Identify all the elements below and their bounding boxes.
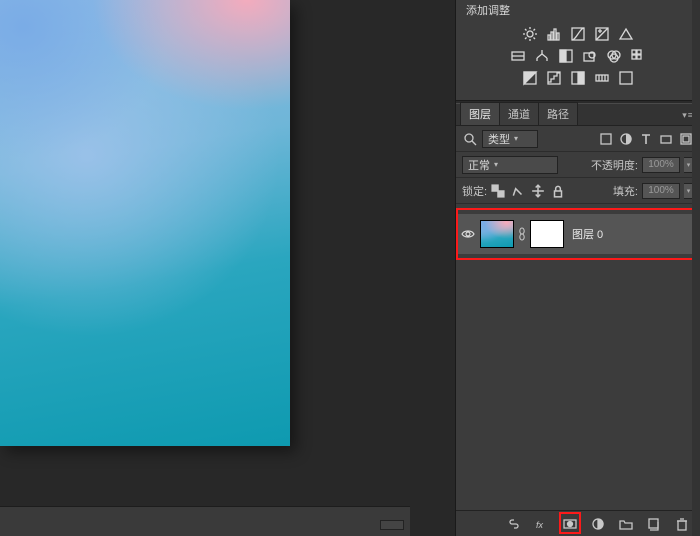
color-balance-icon[interactable] [534, 48, 550, 64]
opacity-label: 不透明度: [591, 157, 638, 173]
filter-shape-icon[interactable] [658, 131, 674, 147]
curves-icon[interactable] [570, 26, 586, 42]
layer-name[interactable]: 图层 0 [572, 226, 603, 242]
threshold-icon[interactable] [570, 70, 586, 86]
selective-color-icon[interactable] [618, 70, 634, 86]
blend-mode-value: 正常 [468, 157, 490, 173]
color-lookup-icon[interactable] [630, 48, 646, 64]
document-status-bar [0, 506, 410, 536]
lock-transparent-icon[interactable] [491, 184, 505, 198]
fill-label: 填充: [613, 183, 638, 199]
lock-position-icon[interactable] [531, 184, 545, 198]
vibrance-icon[interactable] [618, 26, 634, 42]
search-icon[interactable] [462, 131, 478, 147]
blend-mode-row: 正常 ▾ 不透明度: 100% ▾ [456, 152, 700, 178]
document-canvas[interactable] [0, 0, 290, 446]
filter-kind-select[interactable]: 类型 ▾ [482, 130, 538, 148]
fx-icon[interactable]: fx [534, 516, 550, 532]
filter-kind-label: 类型 [488, 131, 510, 147]
new-fill-adjust-icon[interactable] [590, 516, 606, 532]
adjustments-panel-title: 添加调整 [456, 0, 700, 22]
new-layer-icon[interactable] [646, 516, 662, 532]
filter-pixel-icon[interactable] [598, 131, 614, 147]
photo-filter-icon[interactable] [582, 48, 598, 64]
chevron-down-icon: ▾ [494, 160, 498, 169]
brightness-contrast-icon[interactable] [522, 26, 538, 42]
layer-row[interactable]: 图层 0 [456, 214, 700, 254]
visibility-toggle[interactable] [456, 229, 480, 239]
layers-panel-tabs: 图层 通道 路径 ▾≡ [456, 104, 700, 126]
hue-sat-icon[interactable] [510, 48, 526, 64]
tab-channels[interactable]: 通道 [499, 102, 539, 125]
blend-mode-select[interactable]: 正常 ▾ [462, 156, 558, 174]
new-group-icon[interactable] [618, 516, 634, 532]
tab-paths[interactable]: 路径 [538, 102, 578, 125]
document-workspace [0, 0, 410, 536]
panel-gutter [410, 0, 455, 536]
filter-adjust-icon[interactable] [618, 131, 634, 147]
exposure-icon[interactable] [594, 26, 610, 42]
chevron-down-icon: ▾ [514, 134, 518, 143]
tab-layers[interactable]: 图层 [460, 102, 500, 125]
channel-mixer-icon[interactable] [606, 48, 622, 64]
svg-text:fx: fx [536, 520, 544, 530]
filter-type-icon[interactable] [638, 131, 654, 147]
lock-image-icon[interactable] [511, 184, 525, 198]
add-mask-icon[interactable] [562, 516, 578, 532]
black-white-icon[interactable] [558, 48, 574, 64]
link-layers-icon[interactable] [506, 516, 522, 532]
gradient-map-icon[interactable] [594, 70, 610, 86]
layer-thumbnail[interactable] [480, 220, 514, 248]
zoom-slider[interactable] [380, 520, 404, 530]
right-panel: 添加调整 [456, 0, 700, 536]
fill-value[interactable]: 100% [642, 183, 680, 199]
posterize-icon[interactable] [546, 70, 562, 86]
panel-scrollbar[interactable] [692, 0, 700, 536]
layer-filter-row: 类型 ▾ [456, 126, 700, 152]
delete-layer-icon[interactable] [674, 516, 690, 532]
levels-icon[interactable] [546, 26, 562, 42]
mask-link-icon[interactable] [518, 227, 526, 241]
opacity-value[interactable]: 100% [642, 157, 680, 173]
layer-mask-thumbnail[interactable] [530, 220, 564, 248]
lock-label: 锁定: [462, 183, 487, 199]
layers-bottom-bar: fx [456, 510, 700, 536]
adjustments-grid [456, 22, 700, 100]
lock-row: 锁定: 填充: 100% ▾ [456, 178, 700, 204]
layer-list: 图层 0 [456, 204, 700, 530]
lock-all-icon[interactable] [551, 184, 565, 198]
invert-icon[interactable] [522, 70, 538, 86]
